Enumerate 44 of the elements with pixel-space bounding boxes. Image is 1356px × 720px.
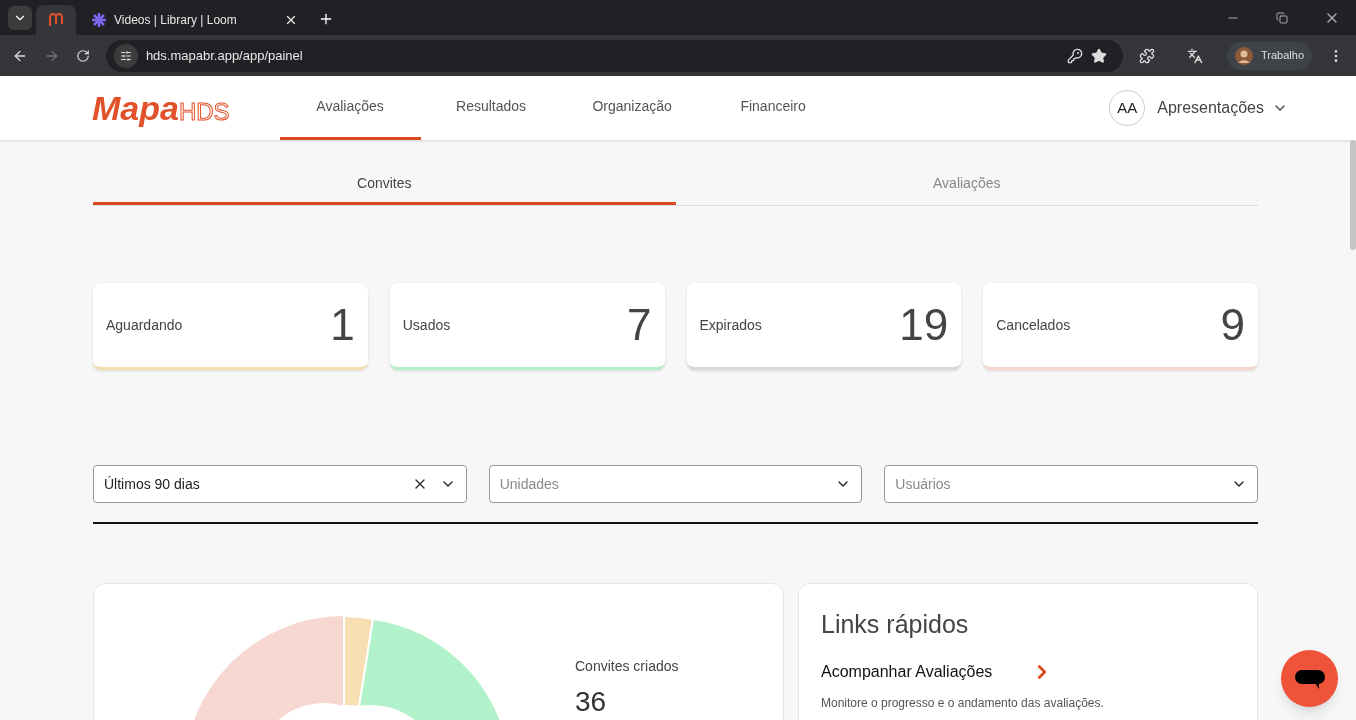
bookmark-star-icon[interactable] xyxy=(1091,47,1108,64)
tab-title: Videos | Library | Loom xyxy=(114,12,238,29)
restore-icon[interactable] xyxy=(1276,11,1288,24)
account-menu[interactable]: Apresentações xyxy=(1157,96,1288,120)
translate-icon[interactable] xyxy=(1187,47,1204,64)
stat-value: 1 xyxy=(330,299,355,351)
filter-select[interactable]: Unidades xyxy=(488,465,863,503)
site-settings-icon[interactable] xyxy=(113,43,138,68)
nav-tab[interactable]: Organização xyxy=(561,76,703,140)
new-tab-icon[interactable] xyxy=(318,11,334,27)
nav-tab[interactable]: Resultados xyxy=(420,76,562,140)
summary-label: Convites criados xyxy=(575,657,679,676)
card-title: Links rápidos xyxy=(821,609,970,640)
sub-tab[interactable]: Convites xyxy=(93,165,676,205)
stat-value: 7 xyxy=(627,299,652,351)
filter-select[interactable]: Usuários xyxy=(884,465,1258,503)
profile-button[interactable]: Trabalho xyxy=(1227,41,1313,70)
browser-tab[interactable] xyxy=(36,5,76,35)
avatar-icon xyxy=(1235,46,1254,65)
quick-link-description: Monitore o progresso e o andamento das avaliações. xyxy=(821,694,1105,712)
stat-label: Cancelados xyxy=(996,315,1071,335)
nav-tab[interactable]: Financeiro xyxy=(702,76,844,140)
quick-link[interactable]: Acompanhar Avaliações xyxy=(821,659,1031,684)
asterisk-icon xyxy=(92,13,106,27)
close-icon[interactable] xyxy=(284,13,298,27)
tab-list-button[interactable] xyxy=(8,6,32,30)
chat-button[interactable] xyxy=(1281,650,1338,707)
app-logo[interactable]: MapaHDS xyxy=(92,91,230,125)
stat-value: 19 xyxy=(899,299,949,351)
logo-icon xyxy=(48,13,64,27)
stat-label: Aguardando xyxy=(106,315,183,335)
nav-tab[interactable]: Avaliações xyxy=(279,76,421,140)
key-icon[interactable] xyxy=(1067,47,1084,64)
summary-value: 36 xyxy=(575,685,608,719)
address-bar[interactable]: hds.mapabr.app/app/painel xyxy=(105,39,1124,72)
stat-value: 9 xyxy=(1220,299,1245,351)
stat-label: Expirados xyxy=(699,315,762,335)
stat-label: Usados xyxy=(402,315,451,335)
extensions-icon[interactable] xyxy=(1139,47,1156,64)
browser-tab[interactable]: Videos | Library | Loom xyxy=(80,5,310,35)
filter-select[interactable]: Últimos 90 dias xyxy=(93,465,467,503)
url-text: hds.mapabr.app/app/painel xyxy=(145,46,304,65)
reload-icon[interactable] xyxy=(75,48,90,63)
chat-bubble-icon xyxy=(1294,667,1325,690)
